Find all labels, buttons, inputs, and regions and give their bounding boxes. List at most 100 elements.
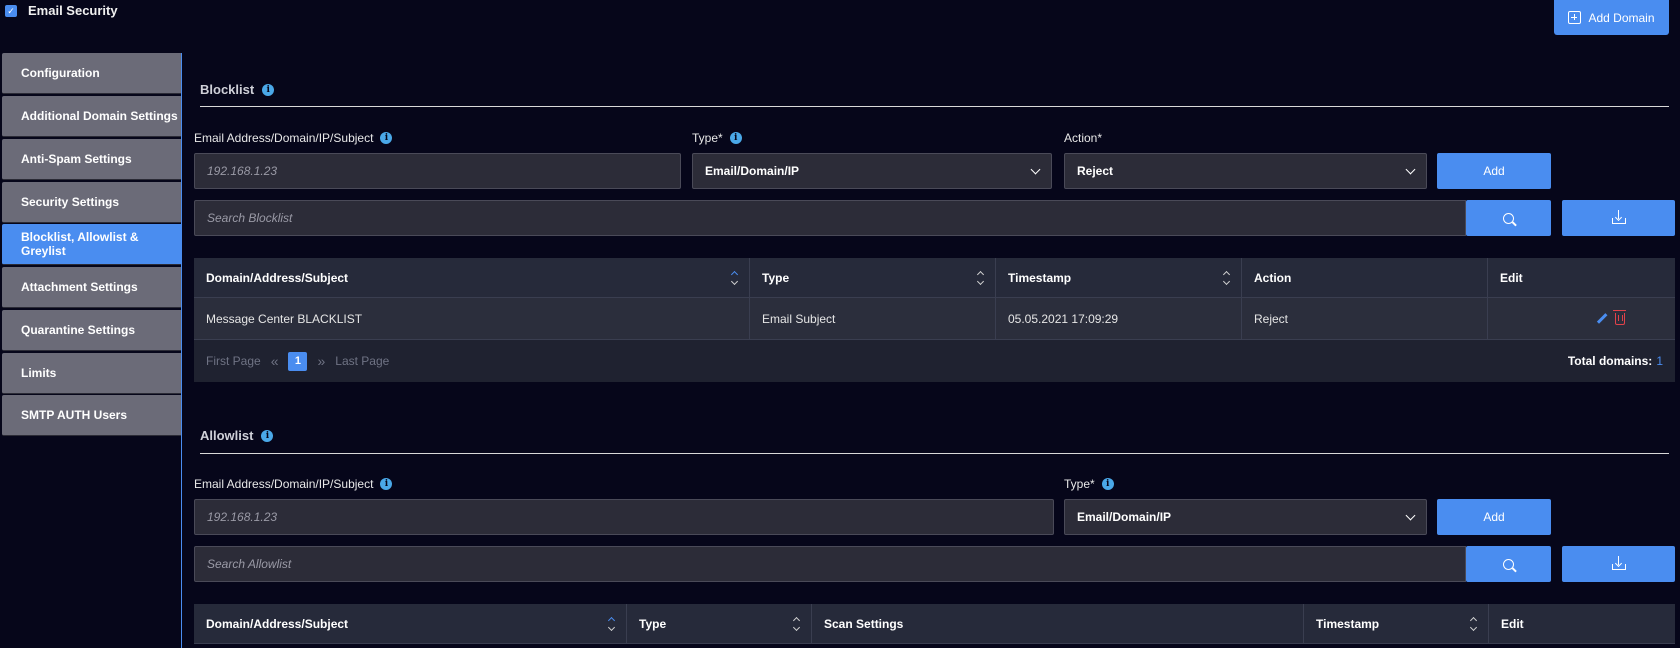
column-header-timestamp[interactable]: Timestamp <box>996 258 1242 297</box>
allowlist-divider <box>200 453 1669 454</box>
allowlist-search-button[interactable] <box>1466 546 1551 582</box>
allowlist-heading: Allowlist i <box>200 428 274 443</box>
table-row: Message Center BLACKLIST Email Subject 0… <box>194 298 1675 340</box>
blocklist-address-label-text: Email Address/Domain/IP/Subject <box>194 131 374 145</box>
column-label: Type <box>639 616 667 631</box>
table-header: Domain/Address/Subject Type Timestamp Ac… <box>194 258 1675 298</box>
info-icon[interactable]: i <box>1101 478 1114 490</box>
total-domains-label: Total domains: <box>1567 354 1653 368</box>
info-icon[interactable]: i <box>380 478 393 490</box>
sidebar-item-quarantine-settings[interactable]: Quarantine Settings <box>2 310 181 351</box>
cell-type: Email Subject <box>750 298 996 339</box>
column-label: Scan Settings <box>824 616 904 631</box>
total-domains-value: 1 <box>1656 354 1663 368</box>
blocklist-search-input[interactable]: Search Blocklist <box>194 200 1466 236</box>
blocklist-divider <box>200 106 1669 107</box>
app-checkbox-icon[interactable]: ✓ <box>5 5 17 17</box>
chevron-down-icon <box>1030 164 1041 174</box>
column-header-timestamp[interactable]: Timestamp <box>1304 604 1489 643</box>
blocklist-action-select[interactable]: Reject <box>1064 153 1427 189</box>
sort-icon[interactable] <box>792 616 801 631</box>
column-header-domain[interactable]: Domain/Address/Subject <box>194 604 627 643</box>
double-chevron-right-icon[interactable]: » <box>317 353 325 369</box>
plus-square-icon <box>1568 11 1582 24</box>
sort-icon[interactable] <box>1469 616 1478 631</box>
column-header-type[interactable]: Type <box>750 258 996 297</box>
allowlist-address-input[interactable]: 192.168.1.23 <box>194 499 1054 535</box>
first-page-link[interactable]: First Page <box>206 354 261 368</box>
delete-trash-icon[interactable] <box>1613 309 1626 325</box>
sort-icon[interactable] <box>607 616 616 631</box>
cell-edit <box>1488 298 1675 339</box>
column-header-edit: Edit <box>1488 258 1675 297</box>
allowlist-type-select[interactable]: Email/Domain/IP <box>1064 499 1427 535</box>
blocklist-type-label-text: Type* <box>692 131 723 145</box>
column-label: Timestamp <box>1008 270 1072 285</box>
cell-action: Reject <box>1242 298 1488 339</box>
sort-icon[interactable] <box>976 270 985 285</box>
allowlist-export-button[interactable] <box>1562 546 1675 582</box>
blocklist-type-label: Type* i <box>692 131 742 145</box>
sidebar-item-smtp-auth-users[interactable]: SMTP AUTH Users <box>2 395 181 436</box>
blocklist-export-button[interactable] <box>1562 200 1675 236</box>
chevron-down-icon <box>1405 164 1416 174</box>
info-icon[interactable]: i <box>261 429 274 442</box>
allowlist-type-value: Email/Domain/IP <box>1077 510 1172 524</box>
blocklist-add-button[interactable]: Add <box>1437 153 1551 189</box>
download-icon <box>1611 210 1626 224</box>
column-label: Domain/Address/Subject <box>206 616 349 631</box>
blocklist-search-button[interactable] <box>1466 200 1551 236</box>
blocklist-action-value: Reject <box>1077 164 1114 178</box>
blocklist-address-label: Email Address/Domain/IP/Subject i <box>194 131 393 145</box>
sidebar-item-additional-domain-settings[interactable]: Additional Domain Settings <box>2 96 181 137</box>
info-icon[interactable]: i <box>380 132 393 144</box>
info-icon[interactable]: i <box>262 83 275 96</box>
blocklist-title: Blocklist <box>200 82 255 97</box>
blocklist-action-label-text: Action* <box>1064 131 1103 145</box>
sort-icon[interactable] <box>730 270 739 285</box>
edit-pencil-icon[interactable] <box>1596 313 1608 324</box>
column-header-domain[interactable]: Domain/Address/Subject <box>194 258 750 297</box>
blocklist-address-input[interactable]: 192.168.1.23 <box>194 153 681 189</box>
blocklist-table: Domain/Address/Subject Type Timestamp Ac… <box>194 258 1675 382</box>
table-header: Domain/Address/Subject Type Scan Setting… <box>194 604 1675 644</box>
column-label: Domain/Address/Subject <box>206 270 349 285</box>
pagination: First Page « 1 » Last Page Total domains… <box>194 340 1675 382</box>
add-domain-button[interactable]: Add Domain <box>1554 0 1669 35</box>
column-label: Timestamp <box>1316 616 1380 631</box>
sidebar-item-anti-spam-settings[interactable]: Anti-Spam Settings <box>2 139 181 180</box>
total-domains: Total domains: 1 <box>1568 354 1663 368</box>
double-chevron-left-icon[interactable]: « <box>271 353 279 369</box>
blocklist-heading: Blocklist i <box>200 82 275 97</box>
download-icon <box>1611 556 1626 570</box>
allowlist-type-label-text: Type* <box>1064 477 1095 491</box>
app-title: Email Security <box>28 3 118 18</box>
sidebar-item-attachment-settings[interactable]: Attachment Settings <box>2 267 181 308</box>
info-icon[interactable]: i <box>729 132 742 144</box>
blocklist-type-value: Email/Domain/IP <box>705 164 800 178</box>
sidebar-item-blocklist-allowlist-greylist[interactable]: Blocklist, Allowlist & Greylist <box>2 224 181 265</box>
allowlist-type-label: Type* i <box>1064 477 1114 491</box>
column-label: Action <box>1254 270 1292 285</box>
column-header-edit: Edit <box>1489 604 1675 643</box>
page-number-button[interactable]: 1 <box>288 351 308 371</box>
sidebar-item-limits[interactable]: Limits <box>2 353 181 394</box>
column-header-type[interactable]: Type <box>627 604 812 643</box>
column-header-action: Action <box>1242 258 1488 297</box>
cell-timestamp: 05.05.2021 17:09:29 <box>996 298 1242 339</box>
sidebar-item-security-settings[interactable]: Security Settings <box>2 182 181 223</box>
sidebar-divider <box>181 53 182 648</box>
column-label: Type <box>762 270 790 285</box>
add-domain-label: Add Domain <box>1588 10 1655 25</box>
column-label: Edit <box>1501 616 1524 631</box>
allowlist-add-button[interactable]: Add <box>1437 499 1551 535</box>
search-icon <box>1503 212 1514 224</box>
allowlist-search-input[interactable]: Search Allowlist <box>194 546 1466 582</box>
last-page-link[interactable]: Last Page <box>335 354 389 368</box>
allowlist-address-label: Email Address/Domain/IP/Subject i <box>194 477 393 491</box>
chevron-down-icon <box>1405 510 1416 520</box>
sidebar-item-configuration[interactable]: Configuration <box>2 53 181 94</box>
blocklist-type-select[interactable]: Email/Domain/IP <box>692 153 1052 189</box>
sort-icon[interactable] <box>1222 270 1231 285</box>
cell-domain: Message Center BLACKLIST <box>194 298 750 339</box>
